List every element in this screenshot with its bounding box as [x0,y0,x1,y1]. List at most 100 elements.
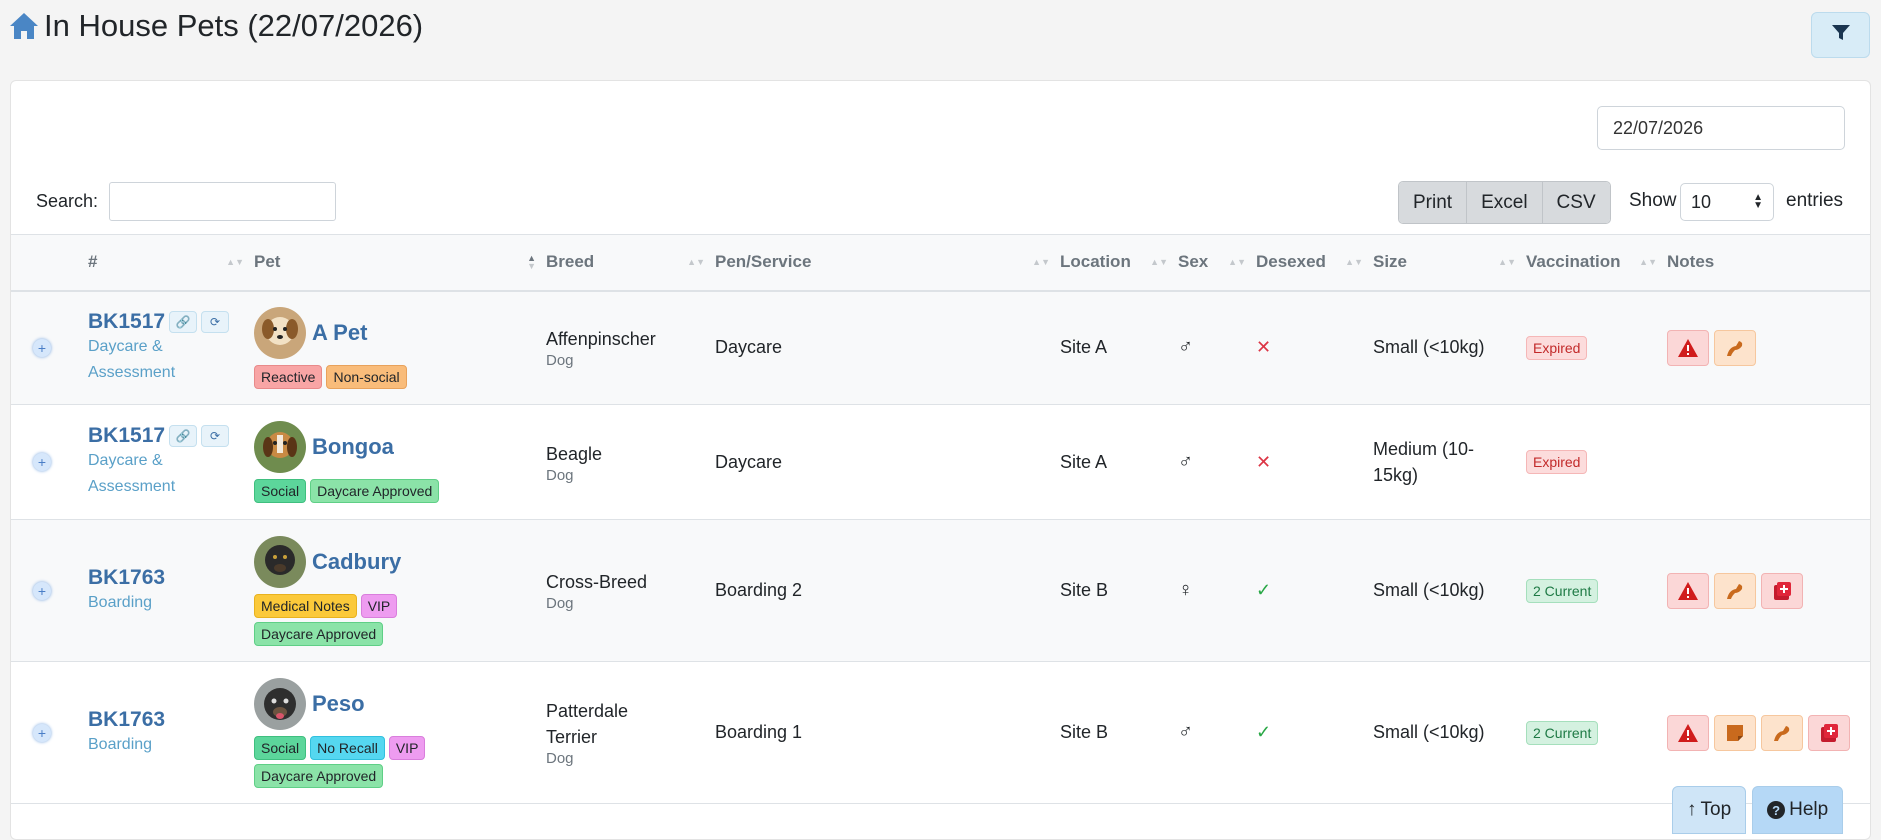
paw-icon[interactable] [1761,714,1803,751]
pet-avatar [254,677,306,730]
expand-column-header [11,235,88,291]
warning-icon[interactable] [1667,572,1709,609]
pet-name-link[interactable]: Peso [312,691,365,717]
booking-service: Boarding [88,735,153,753]
expand-row-button[interactable]: + [33,453,51,471]
location: Site A [1060,337,1108,358]
note-icon[interactable] [1714,714,1756,751]
cross-icon: ✕ [1256,337,1272,358]
check-icon: ✓ [1256,580,1272,600]
repeat-icon[interactable]: ⟳ [201,310,230,333]
tag-vip: VIP [388,735,426,760]
pet-avatar [254,306,306,359]
vaccination-badge[interactable]: 2 Current [1526,720,1599,745]
pets-table: # ▲▼ Pet ▲ ▼ Breed ▲▼ Pen/Service ▲▼ Location… [11,234,1870,804]
tag-daycare-approved: Daycare Approved [310,479,440,503]
size: Small (<10kg) [1373,722,1485,742]
size: Medium (10-15kg) [1373,439,1475,485]
pen-service: Daycare [715,451,783,472]
tag-medical-notes: Medical Notes [254,593,357,618]
sort-icon: ▲▼ [1228,257,1246,268]
search-input[interactable] [109,182,336,221]
sort-icon: ▲▼ [1345,257,1363,268]
sort-icon: ▲▼ [1498,257,1516,268]
sort-icon: ▲▼ [1150,257,1168,268]
sort-icon: ▲▼ [687,257,705,268]
show-label: Show [1629,190,1677,211]
column-header-booking[interactable]: # ▲▼ [88,235,254,291]
filter-button[interactable] [1811,12,1870,58]
tag-reactive: Reactive [254,364,323,389]
breed: Patterdale Terrier [546,701,629,747]
sort-icon: ▲▼ [527,253,536,272]
booking-link[interactable]: BK1763 [88,708,165,732]
column-header-notes: Notes [1667,252,1715,272]
sort-icon: ▲▼ [1032,257,1050,268]
column-header-pen-service[interactable]: Pen/Service ▲▼ [715,235,1060,291]
medical-icon[interactable] [1808,714,1850,751]
medical-icon[interactable] [1761,572,1803,609]
excel-button[interactable]: Excel [1467,182,1543,223]
booking-link[interactable]: BK1763 [88,566,165,590]
tag-non-social: Non-social [326,364,407,389]
expand-row-button[interactable]: + [33,338,51,357]
expand-row-button[interactable]: + [33,723,51,742]
booking-link[interactable]: BK1517 [88,424,165,448]
column-header-breed[interactable]: Breed ▲▼ [546,235,715,291]
pet-name-link[interactable]: Cadbury [312,549,401,575]
pet-avatar [254,535,306,588]
repeat-icon[interactable]: ⟳ [201,425,230,447]
search-label: Search: [36,191,99,211]
vaccination-badge[interactable]: 2 Current [1526,578,1599,603]
pet-avatar [254,421,306,473]
female-icon: ♀ [1178,579,1193,601]
vaccination-badge[interactable]: Expired [1526,335,1588,360]
warning-icon[interactable] [1667,714,1709,751]
column-header-size[interactable]: Size ▲▼ [1373,235,1526,291]
filter-icon [1831,24,1850,46]
tag-vip: VIP [360,593,398,618]
page-header: In House Pets (22/07/2026) [8,8,423,44]
column-header-pet[interactable]: Pet ▲ ▼ [254,235,546,291]
column-header-location[interactable]: Location ▲▼ [1060,235,1178,291]
question-icon: ? [1767,801,1786,819]
pen-service: Daycare [715,337,783,358]
column-header-sex[interactable]: Sex ▲▼ [1178,235,1256,291]
cross-icon: ✕ [1256,451,1272,472]
breed: Beagle [546,443,603,464]
pet-name-link[interactable]: Bongoa [312,434,394,460]
location: Site A [1060,451,1108,472]
tag-daycare-approved: Daycare Approved [254,621,384,646]
column-header-desexed[interactable]: Desexed ▲▼ [1256,235,1373,291]
pet-name-link[interactable]: A Pet [312,320,367,346]
csv-button[interactable]: CSV [1542,182,1610,223]
print-button[interactable]: Print [1399,182,1468,223]
booking-link[interactable]: BK1517 [88,310,165,334]
pen-service: Boarding 2 [715,580,803,600]
paw-icon[interactable] [1714,572,1756,609]
link-icon[interactable]: 🔗 [169,425,198,447]
breed: Cross-Breed [546,572,648,592]
warning-icon[interactable] [1667,329,1709,366]
tag-daycare-approved: Daycare Approved [254,763,384,788]
export-button-group: Print Excel CSV [1398,181,1611,224]
pen-service: Boarding 1 [715,722,803,742]
tag-social: Social [254,735,307,760]
male-icon: ♂ [1178,721,1193,743]
entries-label: entries [1786,190,1844,211]
date-input[interactable]: 22/07/2026 [1597,106,1845,150]
expand-row-button[interactable]: + [33,581,51,600]
column-header-vaccination[interactable]: Vaccination ▲▼ [1526,235,1667,291]
link-icon[interactable]: 🔗 [169,310,198,333]
breed: Affenpinscher [546,329,656,350]
table-header-row: # ▲▼ Pet ▲ ▼ Breed ▲▼ Pen/Service ▲▼ Location… [11,234,1870,291]
species: Dog [546,352,574,370]
page-length-select[interactable]: 10 ▲ ▼ [1680,183,1774,221]
vaccination-badge[interactable]: Expired [1526,450,1588,474]
home-icon [8,11,40,41]
sort-icon: ▲▼ [1639,257,1657,268]
paw-icon[interactable] [1714,329,1756,366]
check-icon: ✓ [1256,722,1272,742]
male-icon: ♂ [1178,336,1193,359]
species: Dog [546,595,574,612]
